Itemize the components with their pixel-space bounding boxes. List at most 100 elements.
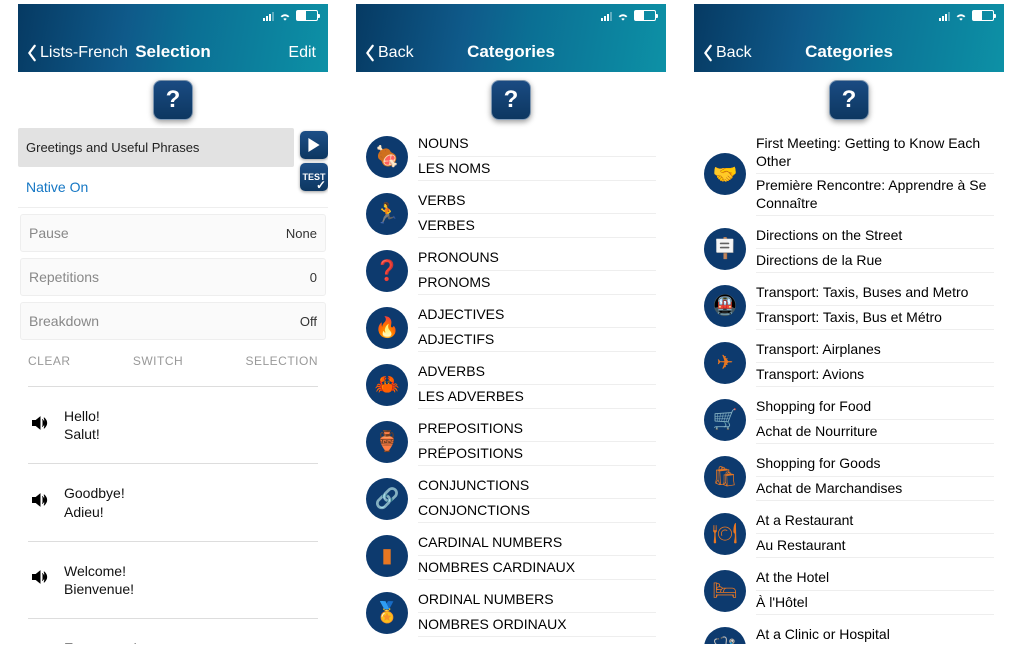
category-item[interactable]: ❓PRONOUNSPRONOMS — [356, 242, 666, 299]
category-icon: 🩺 — [704, 627, 746, 645]
switch-button[interactable]: SWITCH — [133, 354, 183, 368]
category-item[interactable]: 🏺PREPOSITIONSPRÉPOSITIONS — [356, 413, 666, 470]
category-icon: 🏅 — [366, 592, 408, 634]
test-button[interactable]: TEST ✓ — [300, 163, 328, 191]
category-icon: 🔥 — [366, 307, 408, 349]
category-en: At a Restaurant — [756, 509, 994, 534]
check-icon: ✓ — [316, 178, 326, 192]
category-fr: PRONOMS — [418, 271, 656, 296]
nav-bar: Lists-French Selection Edit — [18, 4, 328, 72]
category-icon: 🛒 — [704, 399, 746, 441]
category-item[interactable]: 🩺At a Clinic or HospitalDans une Cliniqu… — [694, 619, 1004, 644]
back-button[interactable]: Lists-French — [26, 44, 128, 62]
category-fr: NOMBRES CARDINAUX — [418, 556, 656, 581]
category-en: NOUNS — [418, 132, 656, 157]
wifi-icon — [616, 11, 630, 21]
help-button[interactable]: ? — [153, 80, 193, 120]
category-fr: LES NOMS — [418, 157, 656, 182]
category-en: Transport: Taxis, Buses and Metro — [756, 281, 994, 306]
back-label: Back — [378, 44, 414, 62]
category-en: CONJUNCTIONS — [418, 474, 656, 499]
category-item[interactable]: 🏅 ORDINAL NUMBERSNOMBRES ORDINAUX — [356, 584, 666, 641]
category-item[interactable]: 🛏At the HotelÀ l'Hôtel — [694, 562, 1004, 619]
phrase-item[interactable]: Excuse me!Excusez-moi! — [18, 629, 328, 644]
phrase-fr: Salut! — [64, 425, 100, 443]
category-item[interactable]: 🏃VERBSVERBES — [356, 185, 666, 242]
category-en: CARDINAL NUMBERS — [418, 531, 656, 556]
category-icon: 🔗 — [366, 478, 408, 520]
category-fr: Transport: Taxis, Bus et Métro — [756, 306, 994, 331]
phrase-item[interactable]: Hello!Salut! — [18, 397, 328, 453]
back-button[interactable]: Back — [702, 44, 752, 62]
category-fr: À l'Hôtel — [756, 591, 994, 616]
breakdown-setting[interactable]: Breakdown Off — [20, 302, 326, 340]
status-bar — [939, 10, 994, 21]
phrase-group[interactable]: Greetings and Useful Phrases — [18, 128, 294, 167]
status-bar — [263, 10, 318, 21]
repetitions-setting[interactable]: Repetitions 0 — [20, 258, 326, 296]
category-icon: 🏺 — [366, 421, 408, 463]
back-button[interactable]: Back — [364, 44, 414, 62]
pause-value: None — [286, 226, 317, 241]
wifi-icon — [954, 11, 968, 21]
category-fr: Achat de Marchandises — [756, 477, 994, 502]
category-item[interactable]: 🍽At a RestaurantAu Restaurant — [694, 505, 1004, 562]
speaker-icon[interactable] — [30, 567, 50, 592]
pause-setting[interactable]: Pause None — [20, 214, 326, 252]
signal-icon — [601, 10, 612, 21]
category-fr: ADJECTIFS — [418, 328, 656, 353]
category-icon: 🪧 — [704, 228, 746, 270]
play-button[interactable] — [300, 131, 328, 159]
category-en: ADVERBS — [418, 360, 656, 385]
category-en: Shopping for Food — [756, 395, 994, 420]
repetitions-value: 0 — [310, 270, 317, 285]
category-icon: ▮ — [366, 535, 408, 577]
category-item[interactable]: 🤝First Meeting: Getting to Know Each Oth… — [694, 128, 1004, 220]
phrase-item[interactable]: Welcome!Bienvenue! — [18, 552, 328, 608]
phrase-fr: Adieu! — [64, 503, 125, 521]
screen-categories-grammar: Back Categories ? 🍖NOUNSLES NOMS🏃VERBSVE… — [356, 4, 666, 644]
speaker-icon[interactable] — [30, 490, 50, 515]
category-item[interactable]: 🍖NOUNSLES NOMS — [356, 128, 666, 185]
category-en: Transport: Airplanes — [756, 338, 994, 363]
category-item[interactable]: ▮ CARDINAL NUMBERSNOMBRES CARDINAUX — [356, 527, 666, 584]
category-fr: NOMBRES ORDINAUX — [418, 613, 656, 638]
category-icon: 🛍 — [704, 456, 746, 498]
category-item[interactable]: 🪧Directions on the StreetDirections de l… — [694, 220, 1004, 277]
category-item[interactable]: 🦀ADVERBSLES ADVERBES — [356, 356, 666, 413]
category-fr: CONJONCTIONS — [418, 499, 656, 524]
battery-icon — [972, 10, 994, 21]
category-item[interactable]: 🔗 CONJUNCTIONSCONJONCTIONS — [356, 470, 666, 527]
category-fr: Première Rencontre: Apprendre à Se Conna… — [756, 174, 994, 216]
category-fr: Transport: Avions — [756, 363, 994, 388]
divider — [28, 618, 318, 619]
selection-button[interactable]: SELECTION — [245, 354, 318, 368]
category-en: ORDINAL NUMBERS — [418, 588, 656, 613]
category-item[interactable]: 🔥ADJECTIVESADJECTIFS — [356, 299, 666, 356]
category-item[interactable]: 🚇Transport: Taxis, Buses and MetroTransp… — [694, 277, 1004, 334]
battery-icon — [296, 10, 318, 21]
category-fr: LES ADVERBES — [418, 385, 656, 410]
phrase-fr: Bienvenue! — [64, 580, 134, 598]
category-fr: Achat de Nourriture — [756, 420, 994, 445]
native-toggle[interactable]: Native On — [18, 167, 328, 208]
category-item[interactable]: 🛒 Shopping for FoodAchat de Nourriture — [694, 391, 1004, 448]
back-label: Back — [716, 44, 752, 62]
signal-icon — [263, 10, 274, 21]
category-en: Shopping for Goods — [756, 452, 994, 477]
speaker-icon[interactable] — [30, 413, 50, 438]
phrase-en: Excuse me! — [64, 639, 148, 644]
divider — [28, 463, 318, 464]
help-button[interactable]: ? — [491, 80, 531, 120]
clear-button[interactable]: CLEAR — [28, 354, 71, 368]
category-item[interactable]: ✈ Transport: AirplanesTransport: Avions — [694, 334, 1004, 391]
divider — [28, 541, 318, 542]
category-en: PRONOUNS — [418, 246, 656, 271]
phrase-en: Hello! — [64, 407, 100, 425]
edit-button[interactable]: Edit — [288, 44, 316, 62]
help-button[interactable]: ? — [829, 80, 869, 120]
category-icon: ✈ — [704, 342, 746, 384]
pause-label: Pause — [29, 225, 69, 241]
category-item[interactable]: 🛍 Shopping for GoodsAchat de Marchandises — [694, 448, 1004, 505]
phrase-item[interactable]: Goodbye!Adieu! — [18, 474, 328, 530]
